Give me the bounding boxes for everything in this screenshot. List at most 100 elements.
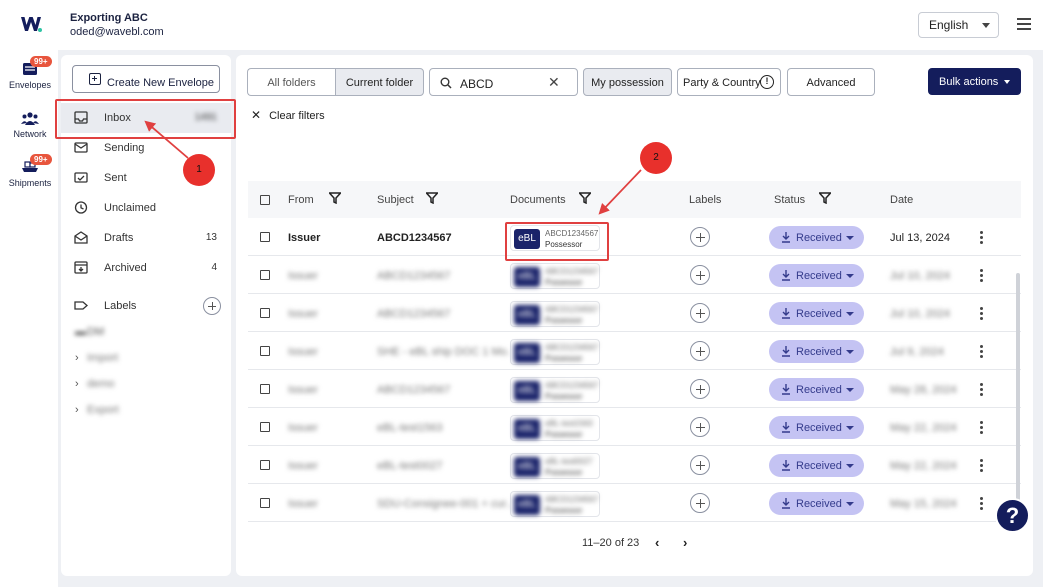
document-chip[interactable]: eBL ABCD1234567 Possessor: [510, 301, 600, 327]
document-chip[interactable]: eBL ABCD1234567 Possessor: [510, 491, 600, 517]
create-envelope-label: Create New Envelope: [107, 76, 215, 89]
rail-item-network[interactable]: Network: [0, 111, 60, 139]
table-scrollbar[interactable]: [1016, 273, 1020, 521]
hamburger-menu-icon[interactable]: [1017, 18, 1031, 30]
table-row[interactable]: Issuer eBL-test0027 eBL eBL-test0027 Possess…: [248, 446, 1021, 484]
row-checkbox[interactable]: [260, 232, 270, 242]
label-item-export[interactable]: › Export: [75, 404, 119, 416]
select-all-checkbox[interactable]: [260, 195, 270, 205]
more-options-icon[interactable]: [980, 269, 983, 282]
wavebl-logo-icon[interactable]: [20, 14, 42, 34]
row-checkbox[interactable]: [260, 384, 270, 394]
table-row[interactable]: Issuer ABCD1234567 eBL ABCD1234567 Possessor…: [248, 256, 1021, 294]
all-folders-toggle[interactable]: All folders: [247, 68, 335, 96]
status-dropdown[interactable]: Received: [769, 340, 864, 363]
document-chip[interactable]: eBL ABCD1234567 Possessor: [510, 339, 600, 365]
more-options-icon[interactable]: [980, 421, 983, 434]
prev-page-icon[interactable]: ‹: [655, 535, 659, 550]
next-page-icon[interactable]: ›: [683, 535, 687, 550]
status-dropdown[interactable]: Received: [769, 378, 864, 401]
my-possession-filter[interactable]: My possession: [583, 68, 672, 96]
filter-icon[interactable]: [819, 192, 831, 204]
table-row[interactable]: Issuer SDU-Consignee-001 + cur... eBL ABCD1…: [248, 484, 1021, 522]
filter-icon[interactable]: [426, 192, 438, 204]
folder-label-archived: Archived: [104, 262, 147, 274]
info-icon: !: [760, 75, 774, 89]
status-dropdown[interactable]: Received: [769, 416, 864, 439]
label-item-demo[interactable]: › demo: [75, 378, 115, 390]
account-email: oded@wavebl.com: [70, 26, 164, 38]
ebl-badge: eBL: [514, 343, 540, 363]
more-options-icon[interactable]: [980, 345, 983, 358]
annotation-marker-2: 2: [640, 142, 672, 174]
more-options-icon[interactable]: [980, 459, 983, 472]
status-dropdown[interactable]: Received: [769, 454, 864, 477]
caret-down-icon: [846, 312, 854, 316]
more-options-icon[interactable]: [980, 383, 983, 396]
search-input[interactable]: ABCD ✕: [429, 68, 578, 96]
document-chip[interactable]: eBL eBL-test1563 Possessor: [510, 415, 600, 441]
table-row[interactable]: Issuer ABCD1234567 eBL ABCD1234567 Possessor…: [248, 370, 1021, 408]
add-label-button[interactable]: [690, 303, 710, 323]
clear-filters-link[interactable]: ✕ Clear filters: [251, 108, 325, 122]
rail-item-envelopes[interactable]: Envelopes 99+: [0, 56, 60, 90]
search-icon: [440, 77, 452, 89]
add-label-button[interactable]: [690, 417, 710, 437]
chevron-right-icon[interactable]: ›: [75, 378, 87, 390]
status-dropdown[interactable]: Received: [769, 302, 864, 325]
table-row[interactable]: Issuer SHE - eBL ship DOC 1 Mo. eBL ABCD123…: [248, 332, 1021, 370]
label-item-import[interactable]: › Import: [75, 352, 118, 364]
more-options-icon[interactable]: [980, 231, 983, 244]
add-label-button[interactable]: [690, 341, 710, 361]
folder-item-drafts[interactable]: Drafts 13: [61, 223, 231, 253]
more-options-icon[interactable]: [980, 307, 983, 320]
filter-icon[interactable]: [329, 192, 341, 204]
ebl-badge: eBL: [514, 305, 540, 325]
row-checkbox[interactable]: [260, 308, 270, 318]
folder-count-archived: 4: [211, 262, 217, 273]
status-dropdown[interactable]: Received: [769, 226, 864, 249]
table-row[interactable]: Issuer ABCD1234567 eBL ABCD1234567 Possessor…: [248, 218, 1021, 256]
folder-item-unclaimed[interactable]: Unclaimed: [61, 193, 231, 223]
chevron-right-icon[interactable]: ›: [75, 352, 87, 364]
labels-title: Labels: [104, 300, 137, 312]
row-checkbox[interactable]: [260, 460, 270, 470]
create-envelope-button[interactable]: Create New Envelope: [72, 65, 220, 93]
rail-badge-envelopes: 99+: [30, 56, 52, 67]
status-dropdown[interactable]: Received: [769, 492, 864, 515]
row-checkbox[interactable]: [260, 270, 270, 280]
language-select[interactable]: English: [918, 12, 999, 38]
add-label-button[interactable]: [690, 493, 710, 513]
document-chip[interactable]: eBL ABCD1234567 Possessor: [510, 377, 600, 403]
row-from: Issuer: [288, 308, 318, 320]
table-row[interactable]: Issuer ABCD1234567 eBL ABCD1234567 Possessor…: [248, 294, 1021, 332]
filter-icon[interactable]: [579, 192, 591, 204]
document-chip[interactable]: eBL ABCD1234567 Possessor: [510, 263, 600, 289]
row-checkbox[interactable]: [260, 422, 270, 432]
add-label-button[interactable]: [690, 379, 710, 399]
label-item-dm[interactable]: ▬DM: [75, 326, 104, 338]
document-chip[interactable]: eBL eBL-test0027 Possessor: [510, 453, 600, 479]
chevron-right-icon[interactable]: ›: [75, 404, 87, 416]
row-checkbox[interactable]: [260, 346, 270, 356]
add-label-button[interactable]: [690, 227, 710, 247]
bulk-actions-button[interactable]: Bulk actions: [928, 68, 1021, 95]
row-subject: SDU-Consignee-001 + cur...: [377, 498, 515, 510]
status-dropdown[interactable]: Received: [769, 264, 864, 287]
more-options-icon[interactable]: [980, 497, 983, 510]
header-labels: Labels: [689, 194, 722, 206]
row-checkbox[interactable]: [260, 498, 270, 508]
party-country-filter[interactable]: Party & Country !: [677, 68, 781, 96]
clear-search-icon[interactable]: ✕: [548, 74, 560, 91]
document-role: Possessor: [545, 392, 583, 401]
table-row[interactable]: Issuer eBL-test1563 eBL eBL-test1563 Possess…: [248, 408, 1021, 446]
add-label-button[interactable]: [690, 265, 710, 285]
help-button[interactable]: ?: [995, 498, 1030, 533]
header-status: Status: [774, 194, 806, 206]
rail-item-shipments[interactable]: Shipments 99+: [0, 154, 60, 188]
add-label-button[interactable]: [690, 455, 710, 475]
advanced-filter-button[interactable]: Advanced: [787, 68, 875, 96]
folder-item-archived[interactable]: Archived 4: [61, 253, 231, 283]
add-label-button[interactable]: [203, 297, 221, 315]
current-folder-toggle[interactable]: Current folder: [335, 68, 424, 96]
